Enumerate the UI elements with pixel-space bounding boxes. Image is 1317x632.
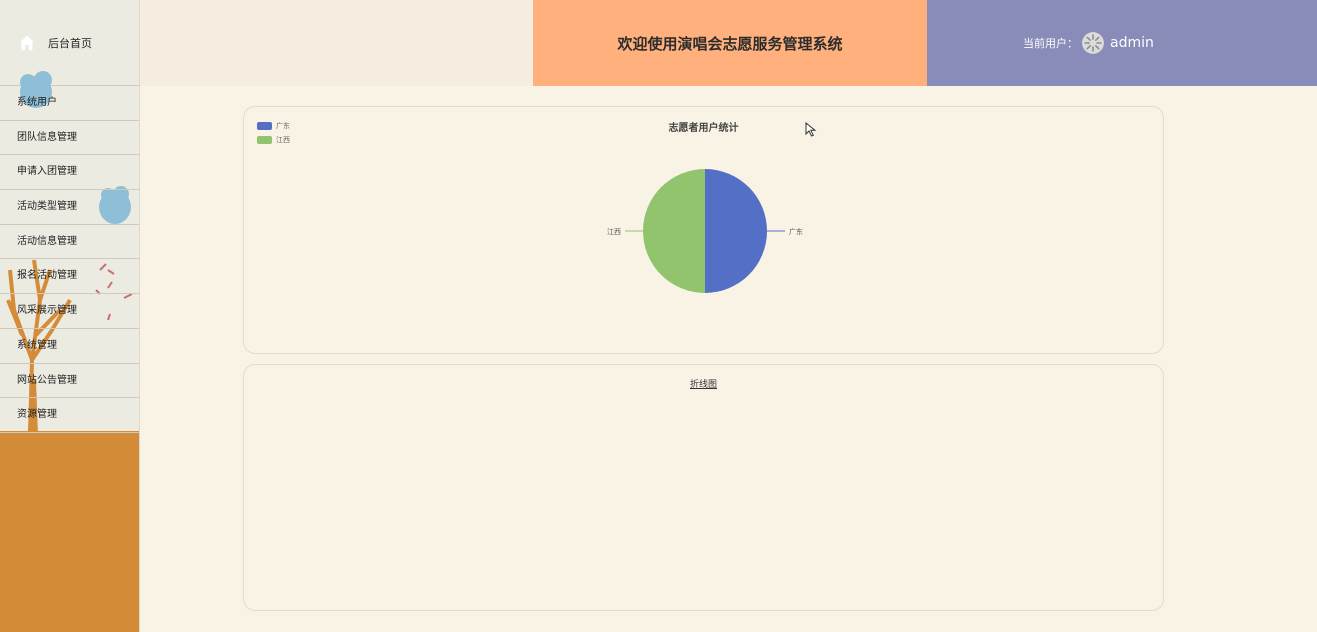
line-chart-title[interactable]: 折线图 [244, 377, 1163, 390]
pie-chart: 广东 江西 [607, 169, 803, 293]
sidebar-item-activity-signup[interactable]: 报名活动管理 [0, 259, 139, 295]
sidebar-home-link[interactable]: 后台首页 [0, 0, 139, 86]
sidebar-item-announcements[interactable]: 网站公告管理 [0, 364, 139, 399]
home-icon [19, 35, 35, 50]
avatar[interactable] [1082, 32, 1104, 54]
sidebar-item-resources[interactable]: 资源管理 [0, 398, 139, 433]
username[interactable]: admin [1110, 35, 1154, 51]
pie-slice-0[interactable] [705, 169, 767, 293]
line-chart-card: 折线图 [243, 364, 1164, 611]
sidebar-item-activity-types[interactable]: 活动类型管理 [0, 190, 139, 225]
sidebar-item-join-requests[interactable]: 申请入团管理 [0, 155, 139, 191]
sidebar-item-system-management[interactable]: 系统管理 [0, 329, 139, 364]
page-title: 欢迎使用演唱会志愿服务管理系统 [617, 34, 843, 53]
sidebar-item-activity-info[interactable]: 活动信息管理 [0, 225, 139, 260]
sidebar-item-showcase[interactable]: 风采展示管理 [0, 294, 139, 329]
header-title-panel: 欢迎使用演唱会志愿服务管理系统 [533, 0, 927, 86]
pie-slice-label-1: 江西 [607, 228, 621, 236]
pie-slice-1[interactable] [643, 169, 705, 293]
sidebar-home-label: 后台首页 [48, 36, 92, 50]
sidebar-decoration-ground [0, 431, 139, 632]
mouse-cursor-icon [805, 122, 817, 137]
pie-slice-label-0: 广东 [789, 227, 803, 236]
current-user-label: 当前用户： [1023, 37, 1078, 50]
header-left-panel [140, 0, 533, 86]
sidebar-item-team-info[interactable]: 团队信息管理 [0, 121, 139, 156]
pie-chart-card: 志愿者用户统计 广东 江西 广东 江西 [243, 106, 1164, 354]
sidebar: 后台首页 系统用户 团队信息管理 申请入团管理 活动类型管理 活动信息管理 报名… [0, 0, 140, 632]
header-user-panel: 当前用户： admin [927, 0, 1317, 86]
sidebar-menu: 系统用户 团队信息管理 申请入团管理 活动类型管理 活动信息管理 报名活动管理 … [0, 86, 139, 433]
sidebar-item-system-users[interactable]: 系统用户 [0, 86, 139, 121]
